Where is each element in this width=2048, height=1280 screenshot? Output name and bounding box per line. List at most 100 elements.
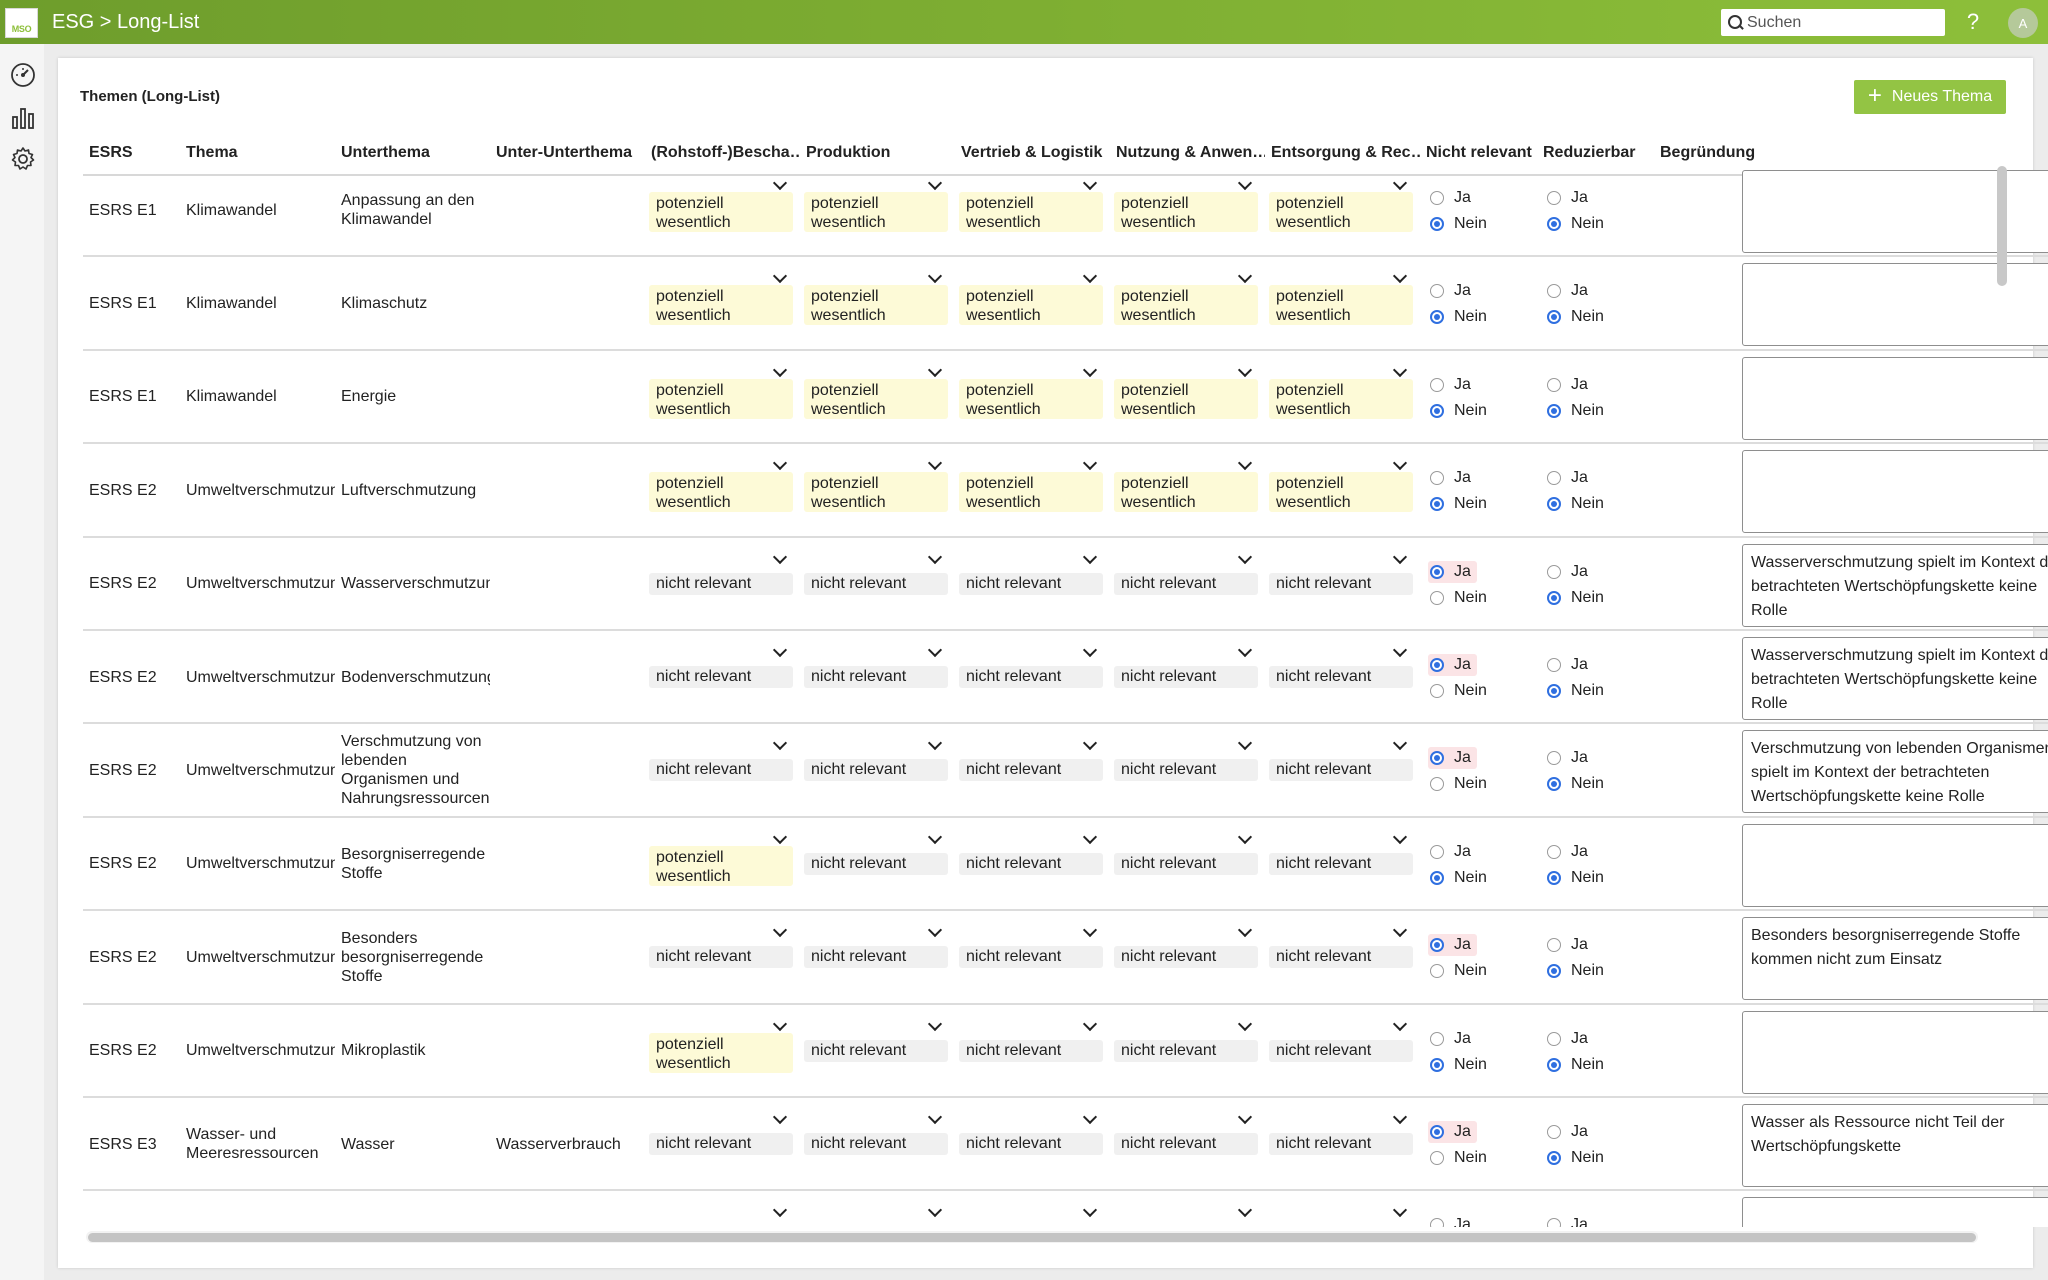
stage-select-value[interactable]: potenziell wesentlich: [649, 472, 793, 513]
stage-select[interactable]: potenziell wesentlich: [1114, 257, 1258, 349]
stage-select-value[interactable]: potenziell wesentlich: [804, 192, 948, 232]
stage-select-value[interactable]: nicht relevant: [1114, 946, 1258, 969]
radio-button[interactable]: [1547, 844, 1561, 859]
radio-option-ja[interactable]: Ja: [1545, 1028, 1594, 1050]
stage-select-value[interactable]: potenziell wesentlich: [959, 378, 1103, 419]
radio-option-ja[interactable]: Ja: [1428, 560, 1477, 583]
stage-select-value[interactable]: nicht relevant: [959, 852, 1103, 875]
chevron-down-icon[interactable]: [1392, 642, 1408, 658]
stage-select-value[interactable]: nicht relevant: [1114, 1133, 1258, 1155]
stage-select-value[interactable]: nicht relevant: [804, 852, 948, 875]
radio-button[interactable]: [1430, 844, 1444, 859]
stage-select-value[interactable]: nicht relevant: [804, 666, 948, 688]
stage-select-value[interactable]: nicht relevant: [959, 666, 1103, 688]
radio-option-nein[interactable]: Nein: [1545, 1147, 1610, 1169]
stage-select[interactable]: potenziell wesentlich: [959, 164, 1103, 256]
radio-button[interactable]: [1430, 191, 1444, 205]
radio-option-nein[interactable]: Nein: [1545, 773, 1610, 795]
stage-select[interactable]: potenziell wesentlich: [1269, 164, 1413, 256]
chevron-down-icon[interactable]: [1082, 456, 1098, 471]
stage-select[interactable]: [959, 1191, 1103, 1227]
stage-select[interactable]: nicht relevant: [649, 631, 793, 723]
stage-select-value[interactable]: nicht relevant: [1269, 759, 1413, 782]
chevron-down-icon[interactable]: [1237, 456, 1253, 471]
radio-button[interactable]: [1430, 751, 1444, 766]
chevron-down-icon[interactable]: [1392, 1109, 1408, 1125]
stage-select-value[interactable]: potenziell wesentlich: [1269, 472, 1413, 513]
stage-select[interactable]: potenziell wesentlich: [1114, 444, 1258, 536]
chevron-down-icon[interactable]: [1082, 362, 1098, 377]
stage-select[interactable]: nicht relevant: [1269, 818, 1413, 910]
radio-option-nein[interactable]: Nein: [1428, 587, 1493, 609]
stage-select[interactable]: potenziell wesentlich: [959, 351, 1103, 443]
stage-select[interactable]: nicht relevant: [959, 724, 1103, 816]
radio-option-ja[interactable]: Ja: [1545, 187, 1594, 209]
radio-option-ja[interactable]: Ja: [1545, 934, 1594, 956]
radio-button[interactable]: [1547, 191, 1561, 205]
radio-option-ja[interactable]: Ja: [1545, 280, 1594, 302]
stage-select[interactable]: nicht relevant: [959, 631, 1103, 723]
radio-button[interactable]: [1430, 497, 1444, 512]
radio-option-nein[interactable]: Nein: [1428, 213, 1493, 235]
radio-button[interactable]: [1547, 1218, 1561, 1227]
stage-select[interactable]: potenziell wesentlich: [804, 351, 948, 443]
stage-select[interactable]: [1269, 1191, 1413, 1227]
stage-select-value[interactable]: nicht relevant: [1269, 666, 1413, 688]
stage-select-value[interactable]: potenziell wesentlich: [1114, 378, 1258, 419]
radio-option-ja[interactable]: Ja: [1428, 1121, 1477, 1143]
radio-button[interactable]: [1547, 964, 1561, 979]
stage-select-value[interactable]: nicht relevant: [804, 1039, 948, 1062]
radio-button[interactable]: [1430, 684, 1444, 698]
stage-select-value[interactable]: potenziell wesentlich: [1114, 192, 1258, 232]
chevron-down-icon[interactable]: [927, 456, 943, 471]
radio-button[interactable]: [1547, 658, 1561, 672]
chevron-down-icon[interactable]: [1237, 736, 1253, 751]
stage-select[interactable]: potenziell wesentlich: [1114, 351, 1258, 443]
radio-option-ja[interactable]: Ja: [1428, 841, 1477, 863]
stage-select[interactable]: potenziell wesentlich: [1269, 257, 1413, 349]
chevron-down-icon[interactable]: [1392, 1016, 1408, 1031]
radio-button[interactable]: [1430, 1057, 1444, 1072]
stage-select[interactable]: potenziell wesentlich: [804, 164, 948, 256]
radio-option-nein[interactable]: Nein: [1428, 1147, 1493, 1169]
reason-textarea[interactable]: Wasserverschmutzung spielt im Kontext de…: [1742, 637, 2048, 720]
chevron-down-icon[interactable]: [1082, 642, 1098, 658]
radio-option-nein[interactable]: Nein: [1428, 400, 1493, 422]
chevron-down-icon[interactable]: [1392, 549, 1408, 564]
stage-select[interactable]: potenziell wesentlich: [649, 818, 793, 910]
stage-select-value[interactable]: potenziell wesentlich: [649, 1032, 793, 1073]
radio-option-nein[interactable]: Nein: [1545, 680, 1610, 702]
chevron-down-icon[interactable]: [1082, 549, 1098, 564]
radio-button[interactable]: [1547, 1031, 1561, 1046]
stage-select[interactable]: nicht relevant: [804, 1005, 948, 1097]
radio-option-ja[interactable]: Ja: [1428, 654, 1477, 676]
radio-button[interactable]: [1547, 684, 1561, 698]
chevron-down-icon[interactable]: [927, 829, 943, 844]
chevron-down-icon[interactable]: [1392, 1203, 1408, 1218]
chevron-down-icon[interactable]: [927, 736, 943, 751]
chevron-down-icon[interactable]: [1237, 269, 1253, 284]
radio-option-nein[interactable]: Nein: [1428, 960, 1493, 982]
radio-button[interactable]: [1547, 471, 1561, 486]
chevron-down-icon[interactable]: [927, 1016, 943, 1031]
vertical-scrollbar[interactable]: [1997, 166, 2007, 286]
avatar[interactable]: A: [2008, 8, 2038, 38]
stage-select[interactable]: potenziell wesentlich: [649, 351, 793, 443]
stage-select[interactable]: potenziell wesentlich: [649, 444, 793, 536]
stage-select[interactable]: nicht relevant: [959, 1098, 1103, 1190]
chevron-down-icon[interactable]: [1237, 1016, 1253, 1031]
chevron-down-icon[interactable]: [1237, 549, 1253, 564]
breadcrumb[interactable]: ESG > Long-List: [52, 11, 199, 34]
new-topic-button[interactable]: + Neues Thema: [1854, 80, 2006, 114]
stage-select-value[interactable]: nicht relevant: [1114, 572, 1258, 595]
app-logo[interactable]: MSO: [5, 8, 38, 38]
stage-select[interactable]: potenziell wesentlich: [804, 444, 948, 536]
reason-textarea[interactable]: [1742, 1197, 2048, 1227]
stage-select[interactable]: nicht relevant: [649, 911, 793, 1003]
gear-icon[interactable]: [10, 146, 36, 172]
radio-option-nein[interactable]: Nein: [1545, 213, 1610, 235]
stage-select[interactable]: nicht relevant: [959, 1005, 1103, 1097]
radio-button[interactable]: [1547, 310, 1561, 325]
radio-option-nein[interactable]: Nein: [1428, 867, 1493, 889]
radio-button[interactable]: [1547, 284, 1561, 299]
